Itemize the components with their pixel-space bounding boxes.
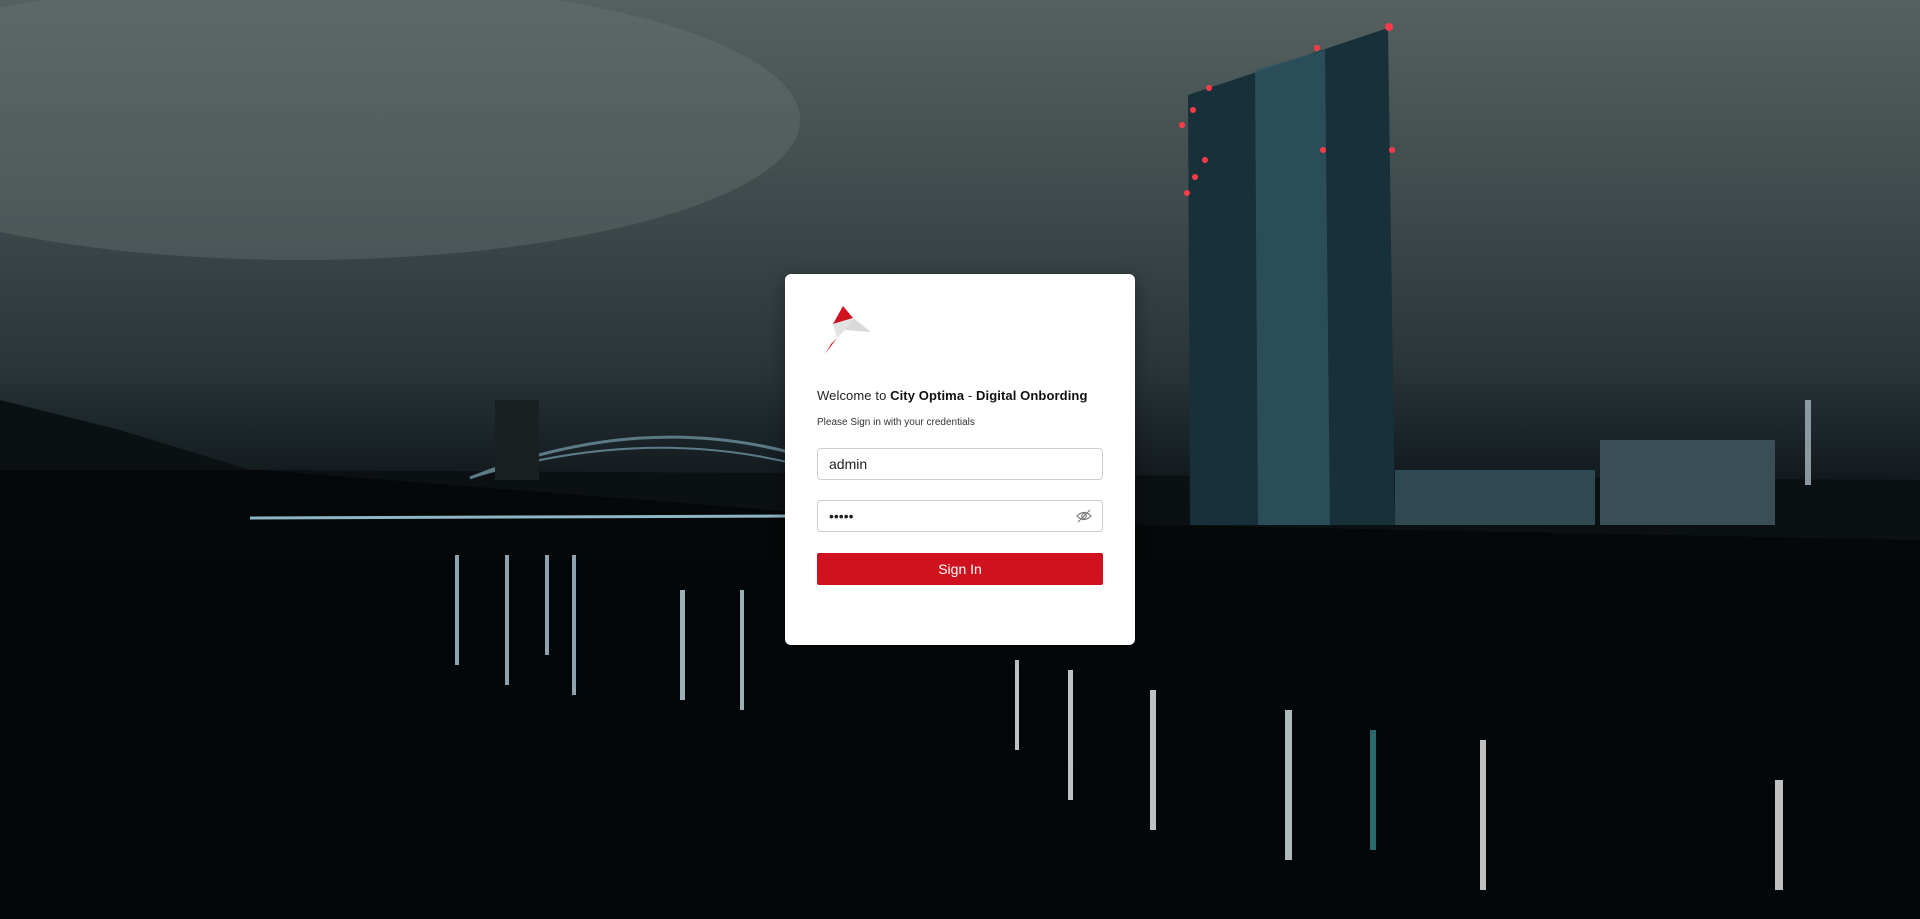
brand-name: City Optima [890, 388, 965, 403]
welcome-heading: Welcome to City Optima - Digital Onbordi… [817, 388, 1103, 403]
username-field[interactable] [817, 448, 1103, 480]
eye-slash-icon[interactable] [1076, 509, 1092, 523]
password-field[interactable] [817, 500, 1103, 532]
password-input[interactable] [818, 501, 1069, 531]
welcome-prefix: Welcome to [817, 388, 891, 403]
product-name: Digital Onbording [976, 388, 1088, 403]
username-input[interactable] [818, 449, 1069, 479]
title-separator: - [964, 388, 977, 403]
login-subtitle: Please Sign in with your credentials [817, 417, 975, 428]
sign-in-button[interactable]: Sign In [817, 553, 1103, 585]
login-card: Welcome to City Optima - Digital Onbordi… [785, 274, 1135, 645]
city-optima-logo [819, 304, 873, 358]
